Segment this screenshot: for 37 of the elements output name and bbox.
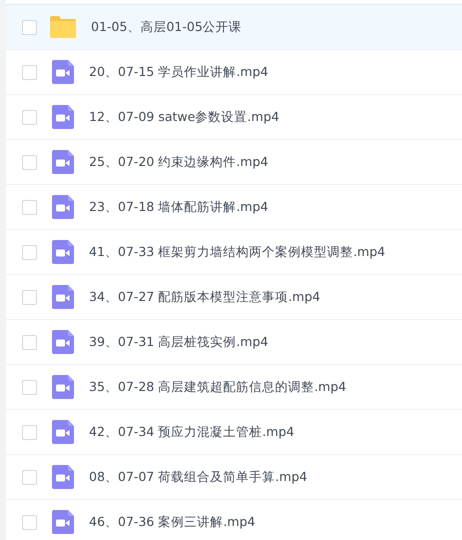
checkbox[interactable] — [22, 20, 37, 34]
checkbox[interactable] — [22, 110, 37, 124]
file-name: 42、07-34 预应力混凝土管桩.mp4 — [89, 424, 294, 440]
video-file-icon — [52, 195, 74, 219]
video-file-icon — [52, 240, 74, 264]
checkbox[interactable] — [22, 380, 37, 394]
checkbox[interactable] — [22, 154, 37, 170]
file-name: 01-05、高层01-05公开课 — [91, 18, 242, 36]
file-name: 23、07-18 墙体配筋讲解.mp4 — [89, 198, 268, 216]
file-name: 25、07-20 约束边缘构件.mp4 — [89, 154, 268, 170]
checkbox[interactable] — [22, 334, 37, 350]
file-row[interactable]: 01-05、高层01-05公开课 — [6, 4, 462, 50]
video-file-icon — [52, 285, 74, 309]
video-file-icon — [52, 510, 74, 534]
video-file-icon — [52, 375, 74, 399]
video-file-icon — [52, 60, 74, 84]
checkbox[interactable] — [22, 514, 37, 530]
checkbox[interactable] — [22, 424, 37, 440]
file-name: 20、07-15 学员作业讲解.mp4 — [89, 64, 268, 80]
file-name: 41、07-33 框架剪力墙结构两个案例模型调整.mp4 — [89, 244, 386, 260]
file-name: 35、07-28 高层建筑超配筋信息的调整.mp4 — [89, 378, 346, 396]
checkbox[interactable] — [22, 64, 37, 80]
checkbox[interactable] — [22, 200, 37, 214]
file-name: 34、07-27 配筋版本模型注意事项.mp4 — [89, 288, 320, 306]
video-file-icon — [52, 465, 74, 489]
video-file-icon — [52, 420, 74, 444]
checkbox[interactable] — [22, 470, 37, 484]
file-name: 08、07-07 荷载组合及简单手算.mp4 — [89, 468, 308, 486]
video-file-icon — [52, 150, 74, 174]
checkbox[interactable] — [22, 244, 37, 260]
video-file-icon — [52, 330, 74, 354]
video-file-icon — [52, 105, 74, 129]
folder-icon — [50, 16, 76, 38]
checkbox[interactable] — [22, 290, 37, 304]
file-name: 12、07-09 satwe参数设置.mp4 — [89, 108, 280, 126]
file-name: 39、07-31 高层桩筏实例.mp4 — [89, 334, 268, 350]
file-name: 46、07-36 案例三讲解.mp4 — [89, 514, 256, 530]
